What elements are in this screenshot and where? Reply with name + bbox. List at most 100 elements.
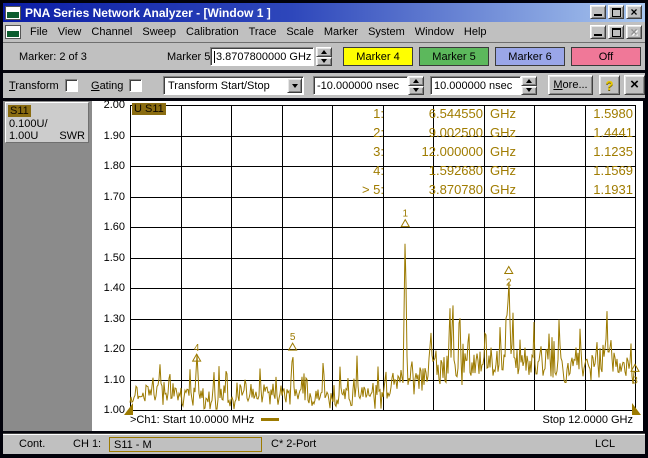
marker-number: 4:	[317, 163, 384, 178]
close-icon: ×	[630, 7, 637, 17]
down-arrow-icon	[292, 84, 298, 88]
spin-down-button[interactable]	[521, 86, 537, 96]
marker-value-input[interactable]: 3.8707800000 GHz	[210, 47, 314, 66]
close-button[interactable]: ×	[626, 5, 642, 19]
marker-value: 1.5980	[554, 106, 633, 121]
gating-label: Gating	[91, 80, 123, 92]
menu-item-scale[interactable]: Scale	[281, 24, 319, 40]
marker-frequency: 1.592680	[386, 163, 483, 178]
menu-item-view[interactable]: View	[53, 24, 87, 40]
trace-scale: 0.100U/	[9, 118, 48, 130]
pna-app-window: PNA Series Network Analyzer - [Window 1 …	[0, 0, 648, 458]
marker-3-label: 3	[632, 375, 638, 386]
start-spinner	[408, 76, 424, 95]
spin-down-button[interactable]	[316, 57, 332, 67]
transform-start-input[interactable]: -10.000000 nsec	[313, 76, 408, 95]
marker-unit: GHz	[490, 144, 532, 159]
marker-unit: GHz	[490, 163, 532, 178]
help-button[interactable]: ?	[599, 75, 620, 95]
transform-toolbar: Transform Gating Transform Start/Stop -1…	[3, 73, 645, 98]
menu-item-window[interactable]: Window	[410, 24, 459, 40]
transform-checkbox[interactable]	[65, 79, 78, 92]
marker-5-label: 5	[290, 332, 296, 343]
menu-item-marker[interactable]: Marker	[319, 24, 363, 40]
y-axis-tick: 1.00	[92, 404, 125, 416]
spin-down-button[interactable]	[408, 86, 424, 96]
trace-selector-chip[interactable]: S11	[8, 105, 31, 117]
transform-label: Transform	[9, 80, 59, 92]
marker-2-label: 2	[506, 278, 512, 289]
restore-button[interactable]	[608, 5, 624, 19]
child-minimize-button[interactable]	[590, 25, 606, 39]
close-icon: ×	[630, 78, 639, 92]
restore-icon	[612, 8, 621, 17]
close-icon: ×	[630, 27, 637, 37]
marker-value: 1.1569	[554, 163, 633, 178]
text-caret	[214, 51, 215, 63]
child-close-button: ×	[626, 25, 642, 39]
trace-reference: 1.00U	[9, 130, 38, 142]
down-arrow-icon	[526, 88, 532, 92]
minimize-icon	[594, 34, 602, 36]
calibration-status: C* 2-Port	[271, 438, 316, 450]
menu-item-trace[interactable]: Trace	[244, 24, 282, 40]
child-restore-button[interactable]	[608, 25, 624, 39]
marker-frequency: 9.002500	[386, 125, 483, 140]
gating-checkbox[interactable]	[129, 79, 142, 92]
y-axis-tick: 1.10	[92, 374, 125, 386]
minimize-button[interactable]	[590, 5, 606, 19]
marker-value: 1.1931	[554, 182, 633, 197]
app-icon[interactable]	[5, 6, 21, 20]
up-arrow-icon	[526, 79, 532, 83]
up-arrow-icon	[413, 79, 419, 83]
child-window-icon[interactable]	[5, 25, 21, 39]
toolbar-close-button[interactable]: ×	[624, 75, 645, 95]
spin-up-button[interactable]	[316, 47, 332, 57]
menu-item-file[interactable]: File	[25, 24, 53, 40]
measurement-box: S11 - M	[109, 437, 262, 452]
control-mode: LCL	[595, 438, 615, 450]
menu-item-system[interactable]: System	[363, 24, 410, 40]
marker-softkey-marker-4[interactable]: Marker 4	[343, 47, 413, 66]
transform-mode-dropdown[interactable]: Transform Start/Stop	[163, 76, 304, 95]
spin-up-button[interactable]	[521, 76, 537, 86]
sweep-start-annotation: >Ch1: Start 10.0000 MHz	[130, 414, 279, 426]
trace-status-panel: S11 0.100U/ 1.00U SWR	[3, 101, 92, 431]
menu-item-sweep[interactable]: Sweep	[137, 24, 181, 40]
y-axis-tick: 1.20	[92, 343, 125, 355]
marker-readout-row-2: 2:9.002500GHz1.4441	[92, 125, 643, 142]
marker-number: 3:	[317, 144, 384, 159]
transform-stop-input[interactable]: 10.000000 nsec	[430, 76, 521, 95]
stop-spinner	[521, 76, 537, 95]
more-button-label: More...	[553, 79, 587, 91]
marker-frequency: 3.870780	[386, 182, 483, 197]
marker-readout-row-5: > 5:3.870780GHz1.1931	[92, 182, 643, 199]
marker-softkey-marker-6[interactable]: Marker 6	[495, 47, 565, 66]
help-icon: ?	[606, 78, 614, 93]
marker-readout-row-1: 1:6.544550GHz1.5980	[92, 106, 643, 123]
menu-item-help[interactable]: Help	[459, 24, 492, 40]
y-axis-tick: 1.50	[92, 252, 125, 264]
marker-number: 1:	[317, 106, 384, 121]
dropdown-arrow-button[interactable]	[287, 78, 302, 93]
more-button[interactable]: More...	[548, 75, 593, 95]
marker-softkey-off[interactable]: Off	[571, 47, 641, 66]
y-axis-tick: 1.60	[92, 221, 125, 233]
marker-readout-row-4: 4:1.592680 GHz 1.1569	[92, 163, 643, 180]
menu-item-channel[interactable]: Channel	[86, 24, 137, 40]
marker-frequency: 12.000000	[386, 144, 483, 159]
trace-color-dash-icon	[261, 418, 279, 421]
marker-unit: GHz	[490, 125, 532, 140]
marker-softkey-marker-5[interactable]: Marker 5	[419, 47, 489, 66]
marker-4-label: 4	[194, 343, 200, 354]
down-arrow-icon	[321, 59, 327, 63]
marker-field-label: Marker 5	[167, 51, 210, 63]
marker-unit: GHz	[490, 182, 532, 197]
up-arrow-icon	[321, 50, 327, 54]
marker-toolbar: Marker: 2 of 3 Marker 5 3.8707800000 GHz…	[3, 43, 645, 70]
minimize-icon	[594, 14, 602, 16]
spin-up-button[interactable]	[408, 76, 424, 86]
marker-2-triangle-icon	[505, 267, 513, 274]
sweep-stop-annotation: Stop 12.0000 GHz	[542, 414, 633, 426]
menu-item-calibration[interactable]: Calibration	[181, 24, 244, 40]
